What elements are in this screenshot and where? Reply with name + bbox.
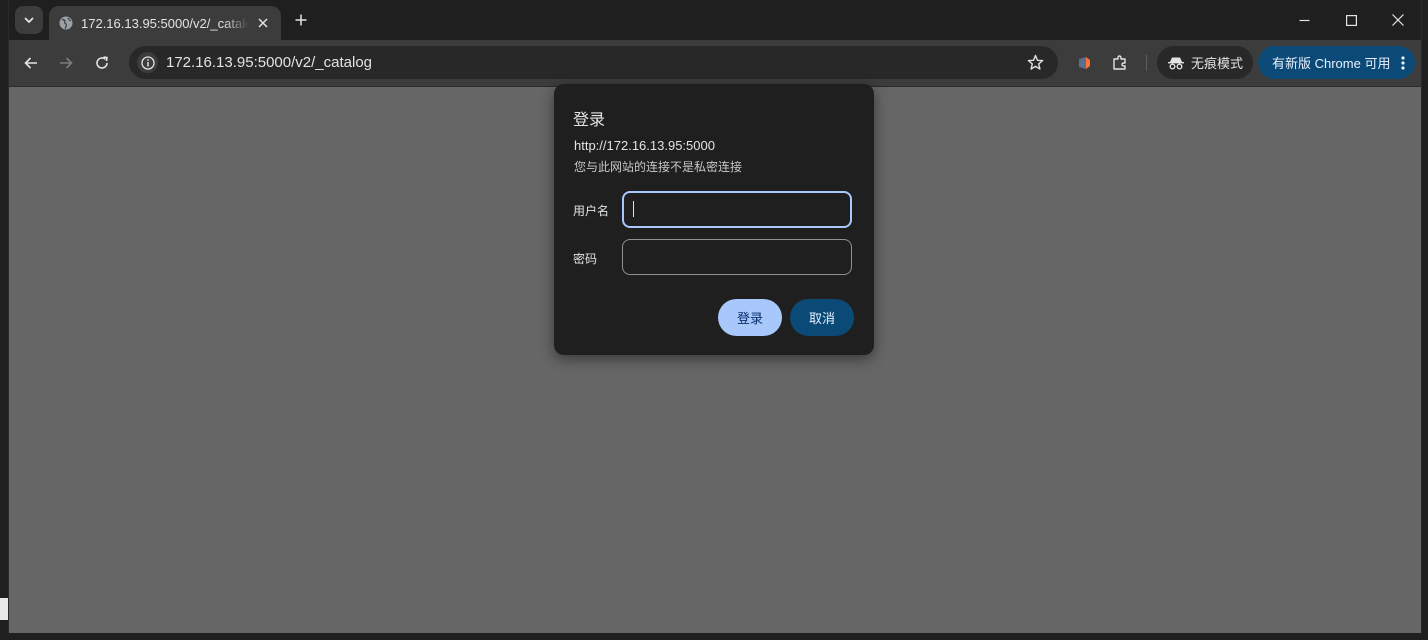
url-text[interactable]: 172.16.13.95:5000/v2/_catalog bbox=[166, 54, 372, 71]
bookmark-star-icon[interactable] bbox=[1027, 54, 1044, 71]
new-tab-icon[interactable] bbox=[291, 10, 311, 30]
globe-icon bbox=[59, 16, 73, 30]
site-info-icon[interactable] bbox=[137, 52, 158, 73]
maximize-icon[interactable] bbox=[1328, 6, 1374, 34]
tab-active[interactable]: 172.16.13.95:5000/v2/_catalog bbox=[49, 6, 281, 40]
background-window-edge bbox=[0, 598, 8, 620]
auth-dialog: 登录 http://172.16.13.95:5000 您与此网站的连接不是私密… bbox=[554, 84, 874, 355]
toolbar-separator bbox=[1146, 55, 1147, 71]
incognito-icon bbox=[1168, 57, 1184, 69]
tab-close-icon[interactable] bbox=[255, 15, 271, 31]
close-window-icon[interactable] bbox=[1375, 6, 1421, 34]
username-field[interactable] bbox=[622, 191, 852, 228]
dialog-origin: http://172.16.13.95:5000 bbox=[574, 138, 715, 153]
extensions-puzzle-icon[interactable] bbox=[1109, 52, 1131, 74]
address-bar[interactable]: 172.16.13.95:5000/v2/_catalog bbox=[129, 46, 1058, 79]
dialog-title: 登录 bbox=[573, 112, 606, 129]
forward-icon[interactable] bbox=[54, 51, 78, 75]
minimize-icon[interactable] bbox=[1281, 6, 1327, 34]
username-label: 用户名 bbox=[573, 204, 610, 218]
update-label: 有新版 Chrome 可用 bbox=[1272, 56, 1391, 71]
tab-title: 172.16.13.95:5000/v2/_catalog bbox=[81, 15, 249, 31]
toolbar: 172.16.13.95:5000/v2/_catalog 无痕模式 有新版 C… bbox=[9, 40, 1421, 87]
incognito-label: 无痕模式 bbox=[1191, 56, 1244, 71]
extension-app-icon[interactable] bbox=[1073, 52, 1095, 74]
tab-search-button[interactable] bbox=[15, 6, 43, 34]
title-bar: 172.16.13.95:5000/v2/_catalog bbox=[9, 0, 1421, 40]
password-field[interactable] bbox=[622, 239, 852, 275]
reload-icon[interactable] bbox=[90, 51, 114, 75]
incognito-badge[interactable]: 无痕模式 bbox=[1157, 46, 1253, 79]
chevron-down-icon bbox=[24, 17, 34, 23]
back-icon[interactable] bbox=[19, 51, 43, 75]
dialog-warning: 您与此网站的连接不是私密连接 bbox=[574, 160, 743, 174]
login-button[interactable]: 登录 bbox=[718, 299, 782, 336]
update-chrome-button[interactable]: 有新版 Chrome 可用 bbox=[1258, 46, 1415, 79]
text-caret bbox=[633, 201, 634, 217]
cancel-button[interactable]: 取消 bbox=[790, 299, 854, 336]
password-label: 密码 bbox=[573, 252, 598, 266]
more-vertical-icon[interactable] bbox=[1396, 55, 1410, 70]
